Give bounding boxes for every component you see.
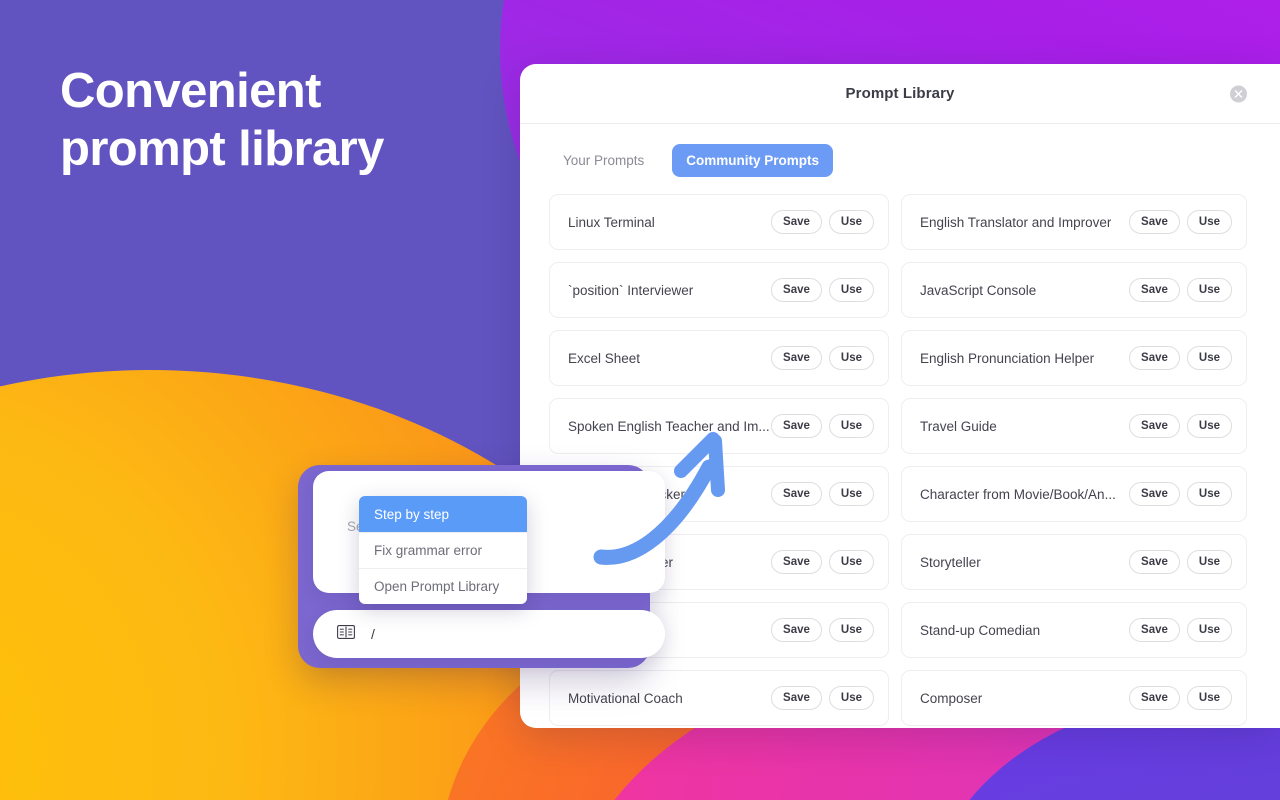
tab-community-prompts[interactable]: Community Prompts [672,144,834,177]
prompt-name: Storyteller [920,554,981,570]
save-button[interactable]: Save [1129,413,1180,439]
prompt-card-actions: Save Use [771,617,874,643]
save-button[interactable]: Save [1129,549,1180,575]
prompt-card-actions: Save Use [771,549,874,575]
save-button[interactable]: Save [771,277,822,303]
save-button[interactable]: Save [1129,481,1180,507]
use-button[interactable]: Use [1186,549,1232,575]
use-button[interactable]: Use [828,345,874,371]
prompt-card[interactable]: Linux Terminal Save Use [549,194,889,250]
prompt-card-actions: Save Use [1129,685,1232,711]
use-button[interactable]: Use [828,209,874,235]
prompt-card-actions: Save Use [1129,617,1232,643]
use-button[interactable]: Use [828,617,874,643]
prompt-card[interactable]: English Pronunciation Helper Save Use [901,330,1247,386]
book-icon [337,624,355,644]
prompt-card[interactable]: Spoken English Teacher and Im... Save Use [549,398,889,454]
use-button[interactable]: Use [1186,345,1232,371]
prompt-name: Composer [920,690,983,706]
menu-item-0[interactable]: Step by step [359,496,527,532]
prompt-name: Linux Terminal [568,214,655,230]
use-button[interactable]: Use [828,481,874,507]
prompt-card-actions: Save Use [771,413,874,439]
promo-banner: Convenient prompt library Prompt Library… [0,0,1280,800]
prompt-card[interactable]: Motivational Coach Save Use [549,670,889,726]
prompt-card-actions: Save Use [1129,209,1232,235]
use-button[interactable]: Use [828,685,874,711]
prompt-name: Travel Guide [920,418,997,434]
save-button[interactable]: Save [771,481,822,507]
prompt-card[interactable]: JavaScript Console Save Use [901,262,1247,318]
use-button[interactable]: Use [828,549,874,575]
save-button[interactable]: Save [1129,685,1180,711]
page-title: Convenient prompt library [60,64,384,176]
use-button[interactable]: Use [1186,481,1232,507]
prompt-card[interactable]: Stand-up Comedian Save Use [901,602,1247,658]
save-button[interactable]: Save [771,549,822,575]
prompt-card-actions: Save Use [771,277,874,303]
prompt-card[interactable]: Travel Guide Save Use [901,398,1247,454]
prompt-name: English Translator and Improver [920,214,1112,230]
slash-command-dropdown: Step by step Fix grammar error Open Prompt… [359,496,527,604]
prompt-card-actions: Save Use [1129,413,1232,439]
prompt-card-actions: Save Use [771,481,874,507]
prompt-name: Spoken English Teacher and Im... [568,418,770,434]
menu-item-1[interactable]: Fix grammar error [359,532,527,568]
use-button[interactable]: Use [1186,685,1232,711]
use-button[interactable]: Use [1186,209,1232,235]
prompt-name: English Pronunciation Helper [920,350,1095,366]
prompt-card[interactable]: English Translator and Improver Save Use [901,194,1247,250]
prompt-name: Stand-up Comedian [920,622,1041,638]
prompt-name: Excel Sheet [568,350,641,366]
use-button[interactable]: Use [1186,413,1232,439]
prompt-card-actions: Save Use [771,345,874,371]
save-button[interactable]: Save [771,617,822,643]
use-button[interactable]: Use [1186,617,1232,643]
save-button[interactable]: Save [771,345,822,371]
menu-item-2[interactable]: Open Prompt Library [359,568,527,604]
prompt-card-actions: Save Use [1129,345,1232,371]
save-button[interactable]: Save [771,209,822,235]
prompt-card-actions: Save Use [1129,549,1232,575]
tab-your-prompts[interactable]: Your Prompts [549,144,658,177]
prompt-card-actions: Save Use [1129,277,1232,303]
prompt-name: `position` Interviewer [568,282,694,298]
use-button[interactable]: Use [828,413,874,439]
prompt-card[interactable]: Character from Movie/Book/An... Save Use [901,466,1247,522]
prompt-card[interactable]: `position` Interviewer Save Use [549,262,889,318]
save-button[interactable]: Save [1129,617,1180,643]
save-button[interactable]: Save [1129,345,1180,371]
prompt-card[interactable]: Composer Save Use [901,670,1247,726]
prompt-name: JavaScript Console [920,282,1037,298]
prompt-card-actions: Save Use [771,685,874,711]
prompt-card-actions: Save Use [1129,481,1232,507]
prompt-name: Motivational Coach [568,690,683,706]
modal-title: Prompt Library [845,85,955,102]
prompt-card[interactable]: Excel Sheet Save Use [549,330,889,386]
chat-input-value: / [371,626,375,642]
save-button[interactable]: Save [771,413,822,439]
use-button[interactable]: Use [1186,277,1232,303]
prompt-name: Character from Movie/Book/An... [920,486,1116,502]
save-button[interactable]: Save [771,685,822,711]
prompt-tabs: Your Prompts Community Prompts [520,124,1280,177]
save-button[interactable]: Save [1129,277,1180,303]
chat-input-bar[interactable]: / [313,610,665,658]
modal-header: Prompt Library [520,64,1280,124]
prompt-card-actions: Save Use [771,209,874,235]
save-button[interactable]: Save [1129,209,1180,235]
use-button[interactable]: Use [828,277,874,303]
close-icon[interactable] [1230,85,1247,102]
prompt-card[interactable]: Storyteller Save Use [901,534,1247,590]
